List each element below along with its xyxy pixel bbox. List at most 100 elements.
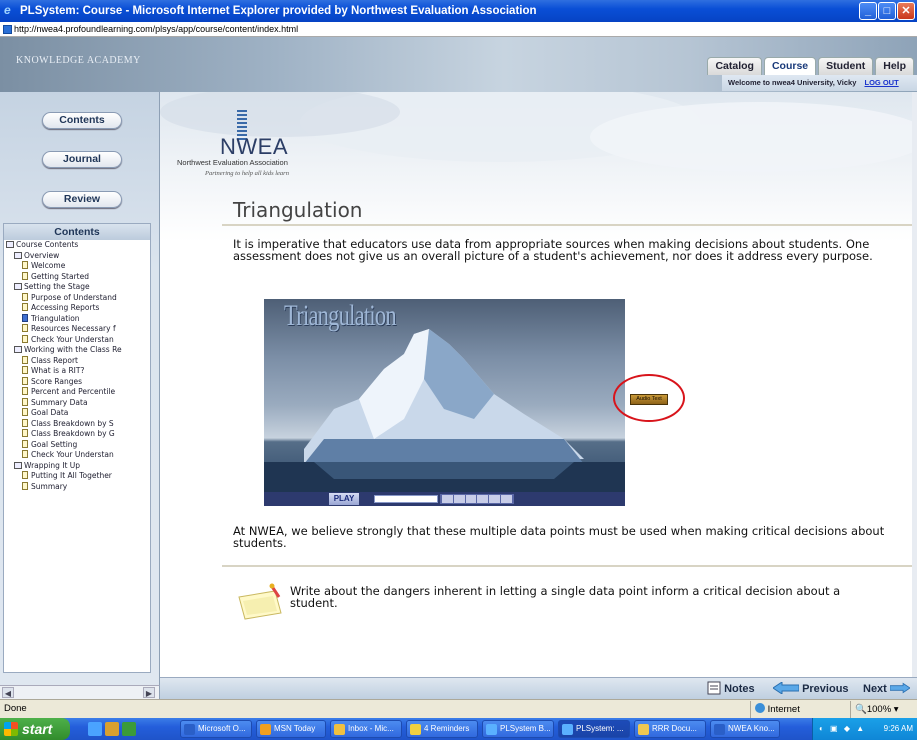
tree-label: Working with the Class Re [24,345,122,354]
left-horizontal-scrollbar[interactable]: ◀ ▶ [0,685,160,699]
title-divider [222,224,912,226]
tree-item[interactable]: Goal Setting [4,439,150,451]
taskbar-label: 4 Reminders [424,724,470,733]
tree-item[interactable]: Triangulation [4,313,150,325]
maximize-button[interactable]: □ [878,2,896,20]
tab-student[interactable]: Student [818,57,874,75]
step-forward-icon[interactable] [489,495,501,503]
next-button[interactable]: Next [863,681,910,697]
minimize-button[interactable]: _ [859,2,877,20]
fast-forward-icon[interactable] [501,495,512,503]
tree-title: Contents [4,224,150,240]
taskbar-button-reminders[interactable]: 4 Reminders [406,720,478,738]
tree-item[interactable]: Putting It All Together [4,471,150,482]
taskbar-label: PLSystem B... [500,724,551,733]
zoom-level[interactable]: 🔍100% ▾ [850,701,917,718]
address-url[interactable]: http://nwea4.profoundlearning.com/plsys/… [14,24,298,34]
quicklaunch-app-icon[interactable] [122,722,136,736]
rewind-icon[interactable] [442,495,453,503]
tree-label: Triangulation [31,313,80,323]
pause-icon[interactable] [465,495,477,503]
step-back-icon[interactable] [453,495,465,503]
tree-item[interactable]: Percent and Percentile [4,387,150,398]
address-bar[interactable]: http://nwea4.profoundlearning.com/plsys/… [0,22,917,37]
journal-prompt: Write about the dangers inherent in lett… [290,584,841,610]
tree-folder[interactable]: Wrapping It Up [4,461,150,472]
video-progress-track[interactable] [374,495,438,503]
taskbar-button-plsystem-course[interactable]: PLSystem: ... [558,720,630,738]
book-icon [14,346,22,353]
tree-item[interactable]: Getting Started [4,271,150,283]
zoom-icon: 🔍 [855,704,867,715]
window-titlebar[interactable]: e PLSystem: Course - Microsoft Internet … [0,0,917,22]
tab-catalog[interactable]: Catalog [707,57,762,75]
scroll-right-arrow-icon[interactable]: ▶ [143,687,155,698]
tree-item[interactable]: Resources Necessary f [4,324,150,335]
tree-item[interactable]: Class Breakdown by S [4,418,150,430]
scroll-left-arrow-icon[interactable]: ◀ [2,687,14,698]
video-player[interactable]: Triangulation [264,299,625,492]
previous-button[interactable]: Previous [773,681,849,697]
tree-label: Resources Necessary f [31,324,116,333]
tree-label: Purpose of Understand [31,292,117,302]
page-icon [22,303,28,311]
taskbar-button-microsoft-office[interactable]: Microsoft O... [180,720,252,738]
page-icon [22,313,28,322]
tree-item[interactable]: Class Report [4,355,150,367]
page-icon [22,429,28,437]
tree-label: Goal Setting [31,439,78,449]
intro-paragraph: It is imperative that educators use data… [233,237,873,263]
tray-icons[interactable]: ◐ ▣ ◆ ▲ [819,718,866,740]
taskbar-button-inbox[interactable]: Inbox - Mic... [330,720,402,738]
tree-item[interactable]: Summary Data [4,397,150,409]
close-button[interactable]: ✕ [897,2,915,20]
tree-item[interactable]: Summary [4,481,150,493]
tree-item[interactable]: Check Your Understan [4,334,150,346]
tree-item[interactable]: Accessing Reports [4,303,150,314]
notes-button[interactable]: Notes [707,681,755,697]
tree-item[interactable]: What is a RIT? [4,366,150,377]
tree-item[interactable]: Goal Data [4,408,150,419]
tab-course[interactable]: Course [763,57,817,75]
journal-icon[interactable] [235,583,287,623]
play-button[interactable]: PLAY [329,493,359,505]
tree-item[interactable]: Check Your Understan [4,450,150,461]
stop-icon[interactable] [477,495,489,503]
tree-item[interactable]: Score Ranges [4,376,150,388]
journal-button[interactable]: Journal [42,151,122,168]
tree-label: Check Your Understan [31,450,114,459]
left-panel: Contents Journal Review Contents Course … [0,92,160,685]
quicklaunch-ie-icon[interactable] [88,722,102,736]
taskbar-label: PLSystem: ... [576,724,624,733]
tree-folder[interactable]: Working with the Class Re [4,345,150,356]
page-icon [22,397,28,406]
taskbar-button-plsystem-b[interactable]: PLSystem B... [482,720,554,738]
contents-button[interactable]: Contents [42,112,122,129]
review-button[interactable]: Review [42,191,122,208]
taskbar-button-rrr-docu[interactable]: RRR Docu... [634,720,706,738]
taskbar-label: Microsoft O... [198,724,246,733]
tree-folder[interactable]: Course Contents [4,240,150,251]
brand-logo: KNOWLEDGE ACADEMY [16,55,141,66]
tree-item[interactable]: Welcome [4,261,150,272]
window-title: PLSystem: Course - Microsoft Internet Ex… [20,5,537,17]
quicklaunch-outlook-icon[interactable] [105,722,119,736]
bottom-navigation: Notes Previous Next [160,677,917,699]
zoom-label: 100% [866,704,892,715]
tree-item[interactable]: Purpose of Understand [4,292,150,304]
tab-help[interactable]: Help [875,57,914,75]
start-label: start [22,721,53,737]
taskbar-button-msn-today[interactable]: MSN Today [256,720,326,738]
site-header: KNOWLEDGE ACADEMY Catalog Course Student… [0,37,917,92]
tree-label: Welcome [31,261,66,270]
start-button[interactable]: start [0,718,70,740]
tree-item[interactable]: Class Breakdown by G [4,429,150,440]
msn-icon [260,724,271,735]
logout-link[interactable]: LOG OUT [864,78,898,87]
taskbar-button-nwea-kno[interactable]: NWEA Kno... [710,720,780,738]
highlight-circle [613,374,685,422]
content-vertical-scrollbar[interactable] [912,92,917,677]
tree-folder[interactable]: Overview [4,251,150,262]
tree-folder[interactable]: Setting the Stage [4,282,150,293]
taskbar-label: MSN Today [274,724,316,733]
